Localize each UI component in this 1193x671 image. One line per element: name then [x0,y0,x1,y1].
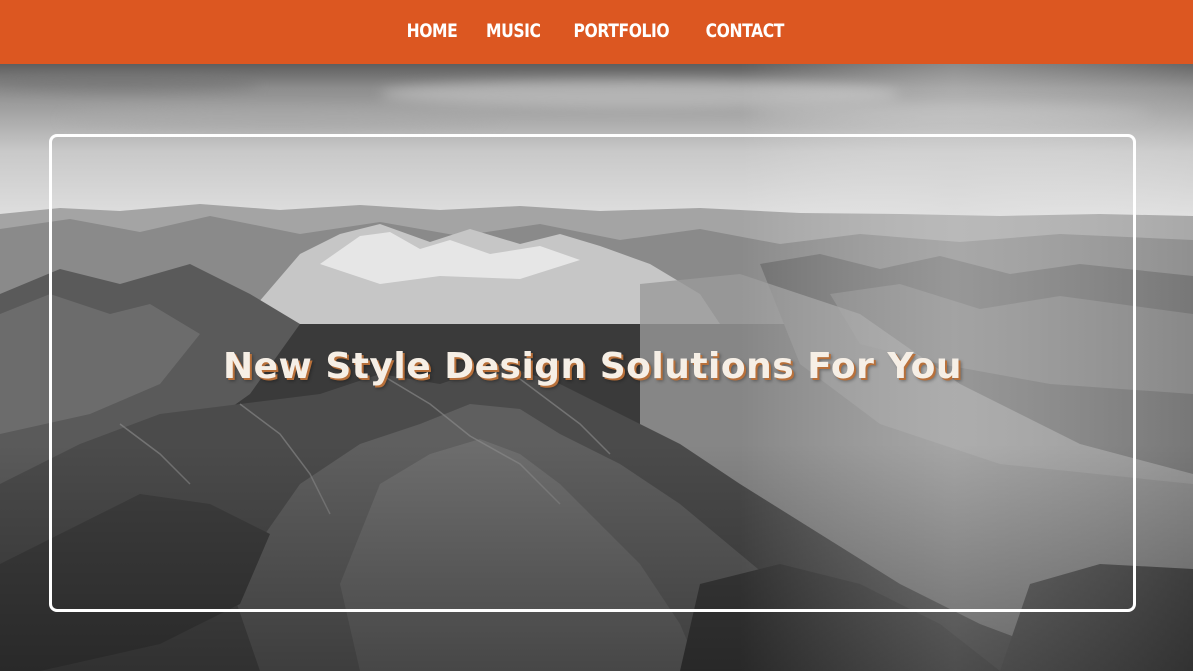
hero-frame: New Style Design Solutions For You [49,134,1136,612]
nav-link-portfolio[interactable]: PORTFOLIO [574,20,670,44]
nav-link-music[interactable]: MUSIC [486,20,541,44]
hero-section: New Style Design Solutions For You [0,64,1193,671]
nav-link-home[interactable]: HOME [406,20,457,44]
hero-headline: New Style Design Solutions For You [222,345,962,387]
top-navbar: HOME MUSIC PORTFOLIO CONTACT [0,0,1193,64]
nav-link-contact[interactable]: CONTACT [705,20,784,44]
